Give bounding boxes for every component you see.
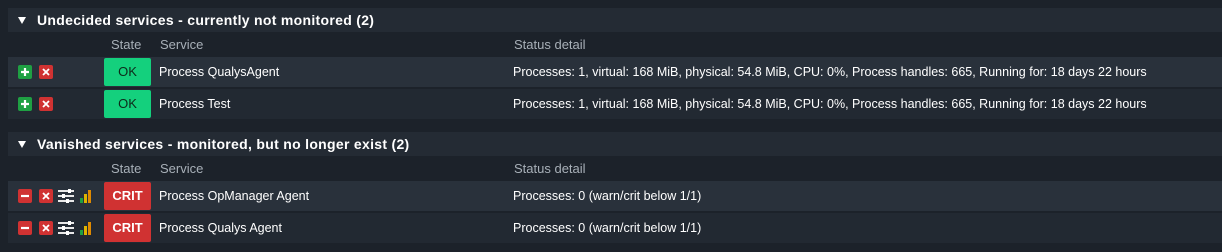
undecided-column-headers: State Service Status detail bbox=[8, 32, 1222, 56]
table-row: OK Process QualysAgent Processes: 1, vir… bbox=[8, 57, 1222, 87]
bar-chart-icon[interactable] bbox=[80, 189, 92, 203]
service-name: Process Test bbox=[159, 97, 231, 111]
status-detail: Processes: 1, virtual: 168 MiB, physical… bbox=[513, 65, 1147, 79]
vanished-column-headers: State Service Status detail bbox=[8, 156, 1222, 180]
status-detail: Processes: 0 (warn/crit below 1/1) bbox=[513, 221, 702, 235]
service-name: Process OpManager Agent bbox=[159, 189, 310, 203]
collapse-triangle-icon[interactable] bbox=[18, 16, 26, 24]
status-badge: CRIT bbox=[104, 182, 151, 210]
status-badge: OK bbox=[104, 58, 151, 86]
sliders-icon[interactable] bbox=[58, 221, 74, 235]
table-row: CRIT Process Qualys Agent Processes: 0 (… bbox=[8, 213, 1222, 243]
close-icon[interactable] bbox=[39, 97, 53, 111]
column-header-status-detail[interactable]: Status detail bbox=[514, 37, 586, 52]
column-header-status-detail[interactable]: Status detail bbox=[514, 161, 586, 176]
close-icon[interactable] bbox=[39, 65, 53, 79]
column-header-service[interactable]: Service bbox=[160, 37, 203, 52]
plus-icon[interactable] bbox=[18, 97, 32, 111]
undecided-section-title: Undecided services - currently not monit… bbox=[37, 12, 375, 28]
vanished-section-title: Vanished services - monitored, but no lo… bbox=[37, 136, 410, 152]
close-icon[interactable] bbox=[39, 221, 53, 235]
status-detail: Processes: 0 (warn/crit below 1/1) bbox=[513, 189, 702, 203]
minus-icon[interactable] bbox=[18, 189, 32, 203]
service-discovery-page: Undecided services - currently not monit… bbox=[0, 0, 1222, 252]
status-detail: Processes: 1, virtual: 168 MiB, physical… bbox=[513, 97, 1147, 111]
vanished-section-header[interactable]: Vanished services - monitored, but no lo… bbox=[8, 132, 1222, 156]
table-row: CRIT Process OpManager Agent Processes: … bbox=[8, 181, 1222, 211]
column-header-service[interactable]: Service bbox=[160, 161, 203, 176]
status-badge: CRIT bbox=[104, 214, 151, 242]
status-badge: OK bbox=[104, 90, 151, 118]
table-row: OK Process Test Processes: 1, virtual: 1… bbox=[8, 89, 1222, 119]
service-name: Process Qualys Agent bbox=[159, 221, 282, 235]
undecided-section-header[interactable]: Undecided services - currently not monit… bbox=[8, 8, 1222, 32]
collapse-triangle-icon[interactable] bbox=[18, 140, 26, 148]
plus-icon[interactable] bbox=[18, 65, 32, 79]
service-name: Process QualysAgent bbox=[159, 65, 280, 79]
bar-chart-icon[interactable] bbox=[80, 221, 92, 235]
column-header-state[interactable]: State bbox=[111, 37, 141, 52]
column-header-state[interactable]: State bbox=[111, 161, 141, 176]
sliders-icon[interactable] bbox=[58, 189, 74, 203]
minus-icon[interactable] bbox=[18, 221, 32, 235]
close-icon[interactable] bbox=[39, 189, 53, 203]
